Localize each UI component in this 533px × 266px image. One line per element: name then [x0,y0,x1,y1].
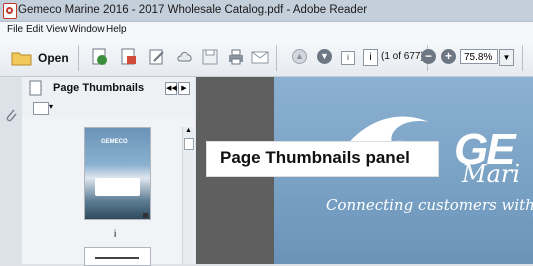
page-number-input[interactable]: i [363,49,378,66]
thumbnails-panel-header: Page Thumbnails ◀◀ ▶ [22,77,195,101]
thumbnails-options-bar: ▾ [22,100,195,117]
page-count-label: (1 of 677) [381,51,424,62]
thumbnail-brand: GEMECO [101,139,128,145]
convert-pdf-icon[interactable] [120,48,138,66]
options-chevron-icon[interactable]: ▾ [49,102,53,111]
expand-panel-icon[interactable]: ▶ [178,82,190,95]
toolbar-divider [78,45,79,71]
scrollbar-thumb[interactable] [184,138,194,150]
page-thumbnail[interactable] [84,247,151,266]
thumbnails-scrollbar[interactable]: ▲ [182,127,194,264]
page-navigation-icon: i [341,51,355,65]
menu-file[interactable]: File [7,24,23,35]
brand-subtitle: Mari [462,160,521,188]
thumbnail-corner-marker [143,213,148,218]
folder-icon[interactable] [11,50,33,66]
toolbar-divider [522,45,523,71]
cloud-upload-icon[interactable] [176,48,194,66]
zoom-dropdown-icon[interactable]: ▼ [499,49,514,66]
thumbnail-yacht [95,178,140,196]
save-icon[interactable] [201,48,219,66]
title-bar: Gemeco Marine 2016 - 2017 Wholesale Cata… [0,0,533,22]
page-thumbnail[interactable]: GEMECO [84,127,151,220]
next-page-icon[interactable]: ▼ [317,49,332,64]
menu-window[interactable]: Window [69,24,105,35]
zoom-level-input[interactable]: 75.8% [460,49,498,64]
menu-help[interactable]: Help [106,24,127,35]
menu-bar: File Edit View Window Help [0,22,533,39]
page-thumbnails-icon[interactable] [29,80,43,97]
annotation-callout-text: Page Thumbnails panel [220,148,410,167]
navigation-rail [0,77,23,264]
open-button[interactable]: Open [38,51,69,65]
collapse-panel-icon[interactable]: ◀◀ [165,82,177,95]
thumbnail-page-label: i [114,229,117,240]
attachments-paperclip-icon[interactable] [4,107,18,123]
create-pdf-icon[interactable] [91,48,109,66]
menu-edit[interactable]: Edit [26,24,43,35]
brand-tagline: Connecting customers with t [326,196,533,214]
options-menu-icon[interactable] [33,102,49,115]
menu-view[interactable]: View [46,24,68,35]
previous-page-icon[interactable]: ▲ [292,49,307,64]
zoom-in-icon[interactable]: + [441,49,456,64]
edit-pdf-icon[interactable] [148,48,166,66]
zoom-out-icon[interactable]: − [421,49,436,64]
window-title: Gemeco Marine 2016 - 2017 Wholesale Cata… [18,4,368,16]
print-icon[interactable] [227,48,245,66]
email-icon[interactable] [251,48,269,66]
thumbnail-text-line [95,257,139,259]
panel-title: Page Thumbnails [53,82,145,94]
scroll-up-icon[interactable]: ▲ [185,127,192,134]
adobe-reader-icon [3,3,17,19]
toolbar-divider [276,45,277,71]
